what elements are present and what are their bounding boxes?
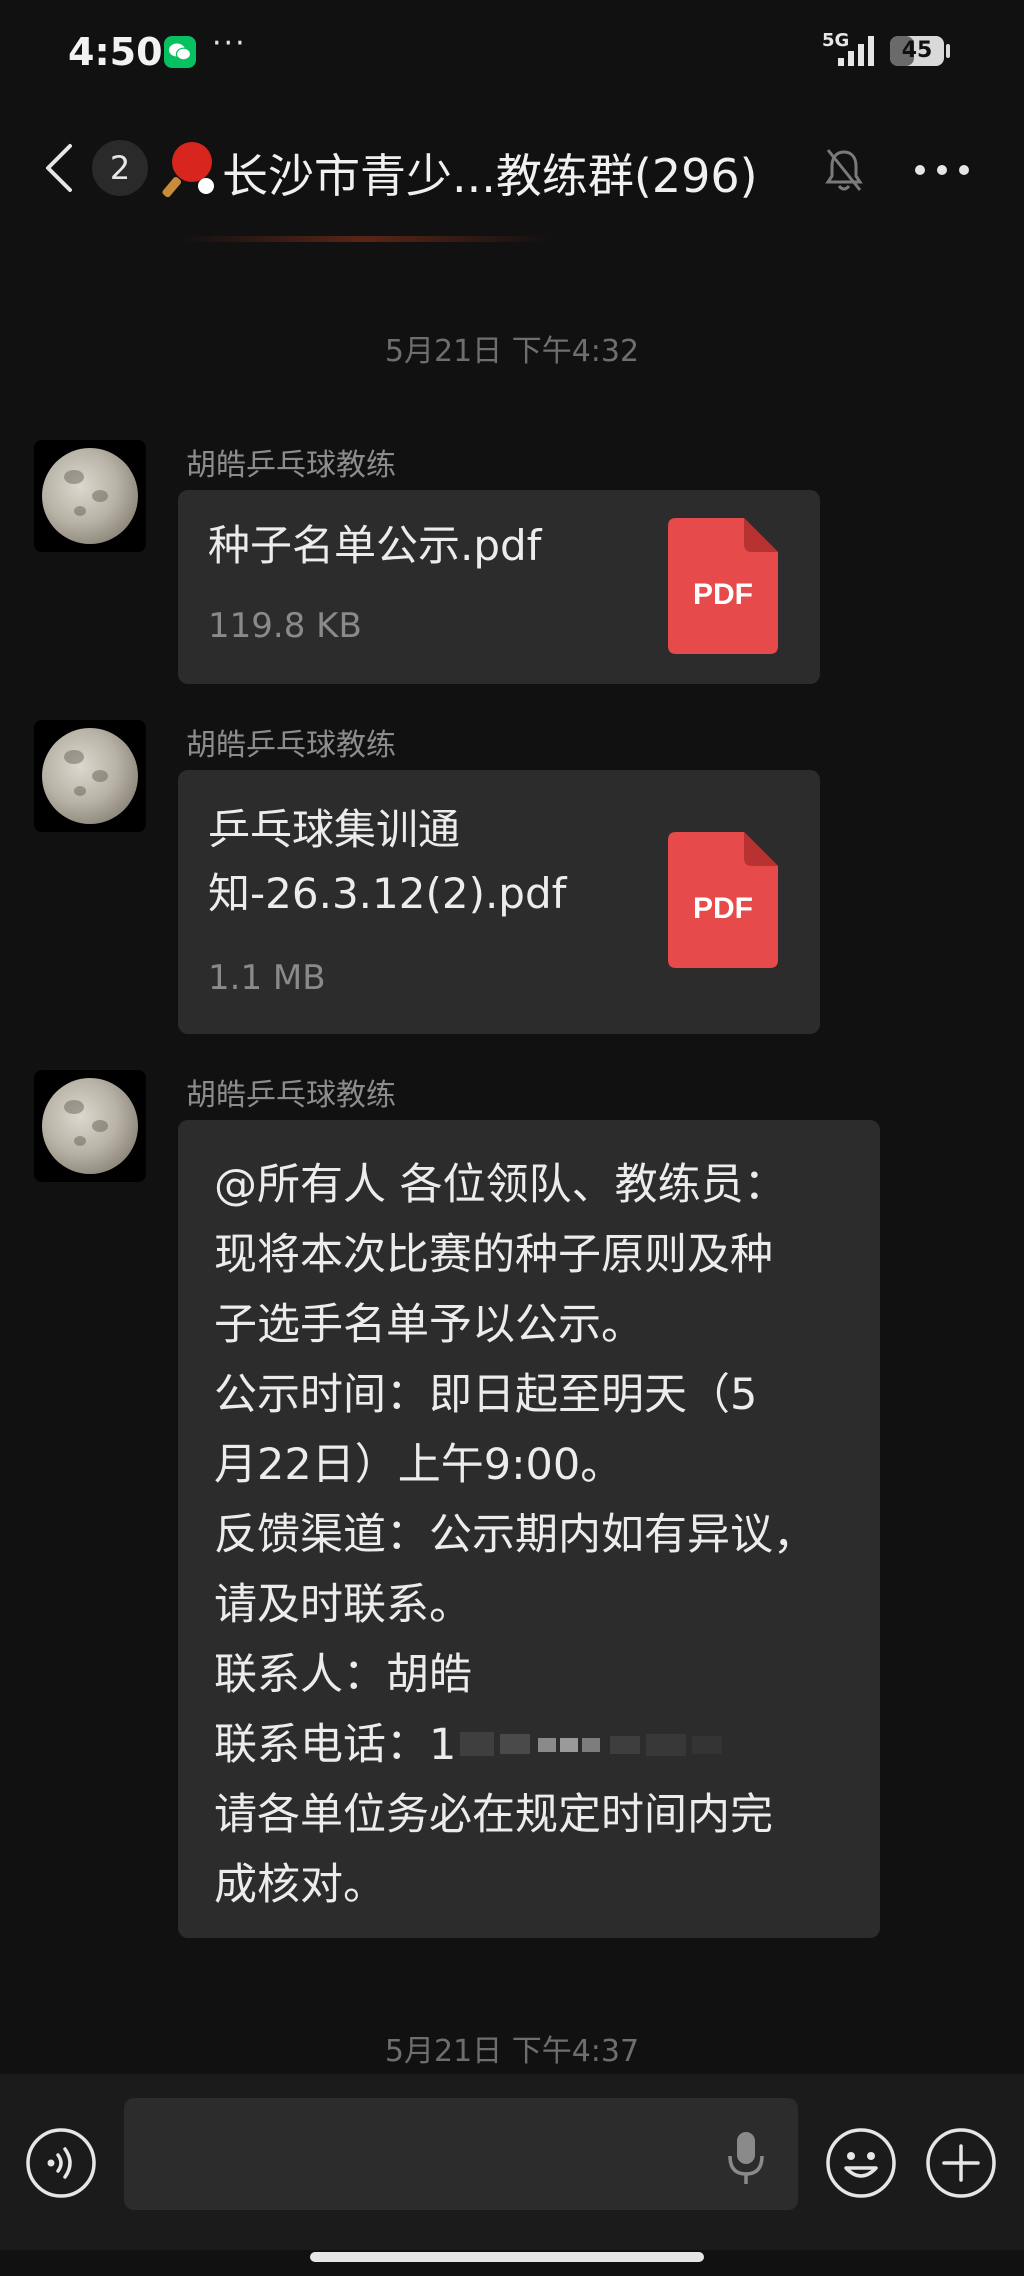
message-line: 月22日）上午9:00。	[214, 1440, 624, 1490]
text-message-bubble[interactable]: @所有人 各位领队、教练员： 现将本次比赛的种子原则及种 子选手名单予以公示。 …	[178, 1120, 880, 1938]
unread-count-badge[interactable]: 2	[92, 140, 148, 196]
message-input[interactable]	[124, 2098, 798, 2210]
avatar[interactable]	[34, 1070, 146, 1182]
chat-header: 2 长沙市青少...教练群(296)	[0, 110, 1024, 230]
message-line: 联系人：胡皓	[214, 1650, 472, 1700]
pdf-file-icon: PDF	[668, 832, 778, 968]
sender-name: 胡皓乒乓球教练	[186, 448, 396, 483]
status-time: 4:50	[68, 30, 163, 74]
battery-icon: 45	[890, 36, 944, 66]
mute-bell-icon	[825, 149, 863, 191]
avatar[interactable]	[34, 440, 146, 552]
message-line: @所有人 各位领队、教练员：	[214, 1160, 787, 1210]
emoji-icon[interactable]	[824, 2126, 898, 2200]
file-message-bubble[interactable]: 种子名单公示.pdf 119.8 KB PDF	[178, 490, 820, 684]
message-line: 反馈渠道：公示期内如有异议，	[214, 1510, 816, 1560]
message-timestamp: 5月21日 下午4:37	[384, 2034, 640, 2069]
file-name-line-1: 乒乓球集训通	[208, 805, 461, 854]
message-line: 请各单位务必在规定时间内完	[214, 1790, 773, 1840]
pdf-badge-label: PDF	[693, 578, 753, 611]
signal-strength-icon	[838, 36, 874, 66]
sender-name: 胡皓乒乓球教练	[186, 728, 396, 763]
message-line: 现将本次比赛的种子原则及种	[214, 1230, 773, 1280]
scrolled-content-edge	[180, 236, 550, 242]
avatar[interactable]	[34, 720, 146, 832]
chat-title[interactable]: 长沙市青少...教练群(296)	[222, 140, 758, 206]
home-indicator[interactable]	[310, 2252, 704, 2262]
microphone-icon[interactable]	[724, 2128, 768, 2188]
file-name: 种子名单公示.pdf	[208, 521, 542, 570]
status-bar: 4:50 ··· 5G 45	[0, 0, 1024, 100]
message-line: 成核对。	[214, 1860, 386, 1910]
battery-level: 45	[901, 38, 933, 63]
notification-dots: ···	[212, 26, 247, 61]
file-message-bubble[interactable]: 乒乓球集训通 知-26.3.12(2).pdf 1.1 MB PDF	[178, 770, 820, 1034]
sender-name: 胡皓乒乓球教练	[186, 1078, 396, 1113]
back-arrow-icon[interactable]	[38, 138, 78, 198]
pdf-file-icon: PDF	[668, 518, 778, 654]
pdf-badge-label: PDF	[693, 892, 753, 925]
file-name-line-2: 知-26.3.12(2).pdf	[208, 869, 567, 918]
message-line: 子选手名单予以公示。	[214, 1300, 644, 1350]
file-size: 119.8 KB	[208, 606, 362, 646]
ping-pong-paddle-icon	[162, 142, 214, 198]
input-bar	[0, 2074, 1024, 2250]
message-line-phone: 联系电话：1	[214, 1720, 457, 1770]
plus-icon[interactable]	[924, 2126, 998, 2200]
message-timestamp: 5月21日 下午4:32	[384, 334, 640, 369]
more-dots-icon[interactable]	[912, 160, 972, 180]
file-size: 1.1 MB	[208, 958, 326, 998]
blurred-phone-number	[460, 1732, 722, 1756]
voice-icon[interactable]	[24, 2126, 98, 2200]
message-line: 请及时联系。	[214, 1580, 472, 1630]
wechat-notification-icon	[164, 36, 196, 68]
message-line: 公示时间：即日起至明天（5	[214, 1370, 758, 1420]
battery-nub	[946, 44, 950, 58]
